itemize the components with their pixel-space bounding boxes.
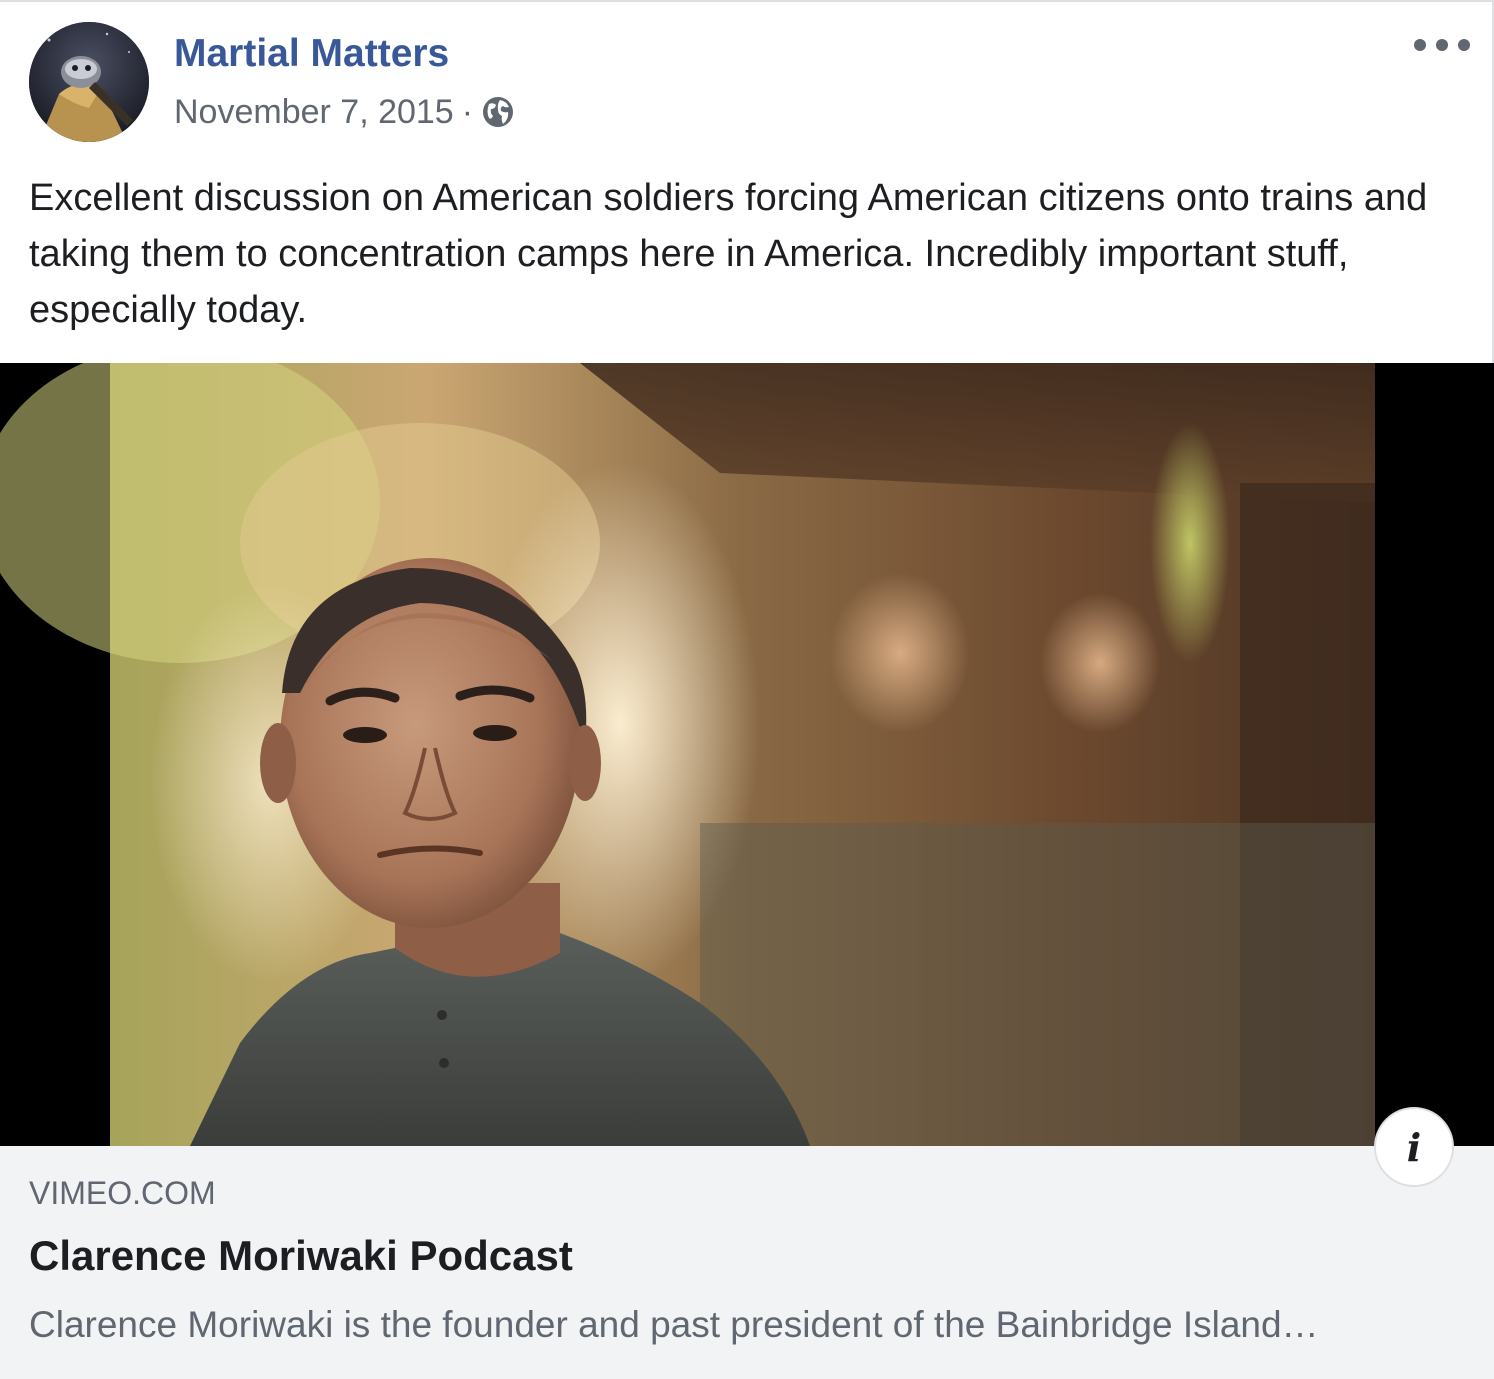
meta-separator: · [461,92,474,131]
info-icon[interactable]: i [1374,1107,1454,1187]
video-thumbnail-image [0,363,1494,1146]
link-title[interactable]: Clarence Moriwaki Podcast [29,1232,573,1280]
more-options-icon[interactable] [1414,30,1470,60]
globe-icon[interactable] [481,95,515,129]
link-preview-card[interactable]: VIMEO.COM Clarence Moriwaki Podcast Clar… [0,1146,1494,1379]
page-avatar[interactable] [29,22,149,142]
top-divider [0,0,1494,2]
post-meta: November 7, 2015 · [174,90,515,134]
facebook-post: Martial Matters November 7, 2015 · Excel… [0,0,1494,1379]
post-date-link[interactable]: November 7, 2015 [174,93,454,132]
post-message: Excellent discussion on American soldier… [29,177,1428,331]
page-name-link[interactable]: Martial Matters [174,32,449,76]
more-dot [1458,39,1470,51]
video-thumbnail[interactable] [0,363,1494,1146]
more-dot [1414,39,1426,51]
avatar-image [29,22,149,142]
more-dot [1436,39,1448,51]
link-description: Clarence Moriwaki is the founder and pas… [29,1304,1319,1345]
link-domain: VIMEO.COM [29,1175,216,1211]
